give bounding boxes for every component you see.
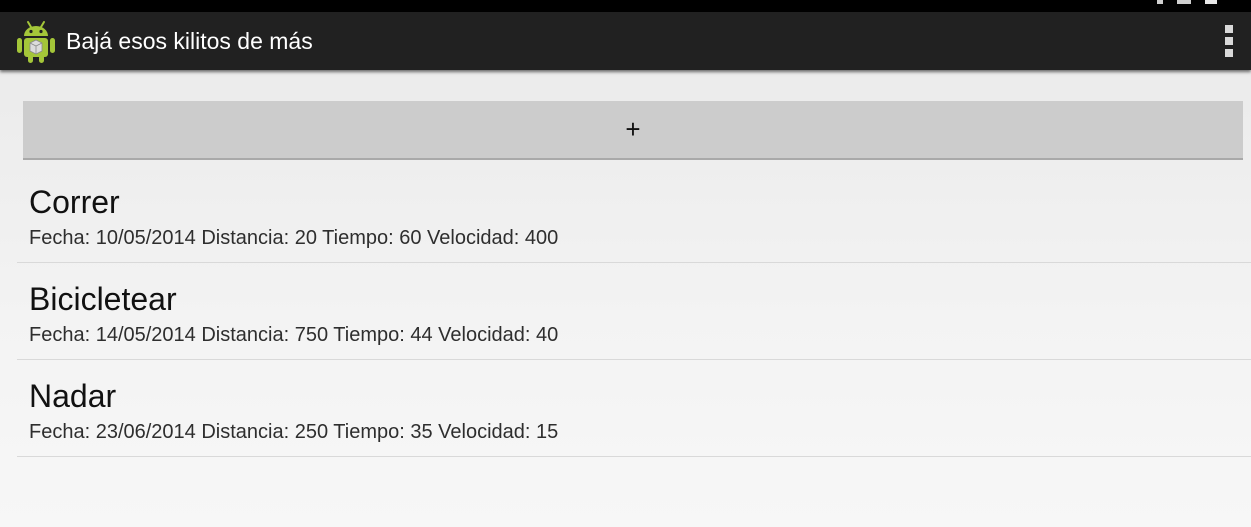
action-bar: Bajá esos kilitos de más (0, 12, 1251, 70)
battery-icon (1205, 0, 1217, 4)
overflow-dot (1225, 49, 1233, 57)
list-item[interactable]: Bicicletear Fecha: 14/05/2014 Distancia:… (17, 263, 1251, 360)
overflow-menu-icon[interactable] (1207, 12, 1251, 70)
activity-name: Nadar (29, 378, 117, 414)
overflow-dot (1225, 25, 1233, 33)
app-title: Bajá esos kilitos de más (66, 28, 313, 54)
notification-icon (1177, 0, 1191, 4)
overflow-dot (1225, 37, 1233, 45)
activity-name: Bicicletear (29, 281, 177, 317)
status-bar (0, 0, 1251, 12)
list-item[interactable]: Nadar Fecha: 23/06/2014 Distancia: 250 T… (17, 360, 1251, 457)
add-activity-button[interactable]: + (23, 101, 1243, 160)
activity-list: Correr Fecha: 10/05/2014 Distancia: 20 T… (17, 166, 1251, 457)
android-robot-icon[interactable] (16, 19, 56, 63)
activity-details: Fecha: 14/05/2014 Distancia: 750 Tiempo:… (29, 324, 559, 346)
status-icons (1157, 0, 1217, 6)
signal-icon (1157, 0, 1163, 4)
activity-name: Correr (29, 184, 120, 220)
list-item[interactable]: Correr Fecha: 10/05/2014 Distancia: 20 T… (17, 166, 1251, 263)
activity-details: Fecha: 23/06/2014 Distancia: 250 Tiempo:… (29, 421, 559, 443)
activity-details: Fecha: 10/05/2014 Distancia: 20 Tiempo: … (29, 227, 559, 249)
